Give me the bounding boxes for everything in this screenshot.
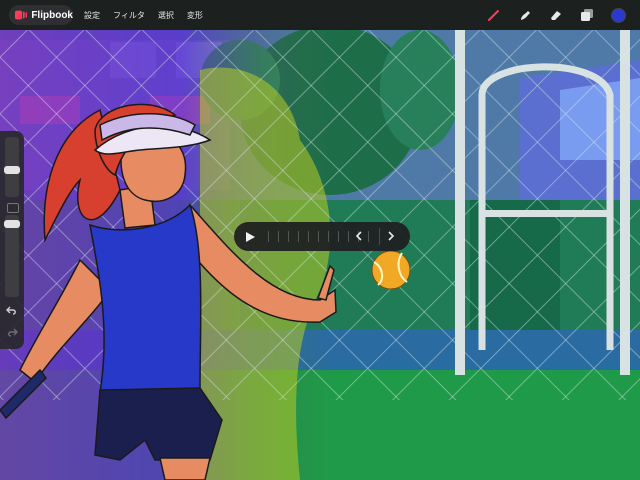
left-sidebar xyxy=(0,131,24,349)
layers-button[interactable] xyxy=(579,7,595,23)
flipbook-logo-icon xyxy=(15,10,28,20)
animation-playback-bar xyxy=(234,222,410,251)
undo-icon xyxy=(6,306,16,315)
redo-icon xyxy=(8,328,18,337)
tennis-ball xyxy=(371,250,411,290)
menu-filters[interactable]: フィルタ xyxy=(113,10,145,21)
modify-button[interactable] xyxy=(7,203,19,213)
current-color-swatch xyxy=(610,7,626,23)
main-menu: 設定 フィルタ 選択 変形 xyxy=(84,0,203,30)
gallery-button[interactable]: Flipbook xyxy=(9,5,73,25)
app-name: Flipbook xyxy=(31,9,73,21)
tool-group xyxy=(486,0,626,30)
brush-tool-button[interactable] xyxy=(486,7,502,23)
menu-select[interactable]: 選択 xyxy=(158,10,174,21)
menu-settings[interactable]: 設定 xyxy=(84,10,100,21)
player-divider xyxy=(379,228,380,245)
redo-button[interactable] xyxy=(5,326,19,338)
menu-transform[interactable]: 変形 xyxy=(187,10,203,21)
layers-icon xyxy=(581,9,593,21)
smudge-icon xyxy=(521,11,530,20)
chevron-left-icon[interactable] xyxy=(352,229,366,243)
opacity-thumb[interactable] xyxy=(4,220,20,228)
color-button[interactable] xyxy=(610,7,626,23)
brush-size-thumb[interactable] xyxy=(4,166,20,174)
smudge-tool-button[interactable] xyxy=(517,7,533,23)
undo-button[interactable] xyxy=(5,304,19,316)
eraser-icon xyxy=(551,11,561,20)
top-toolbar: Flipbook 設定 フィルタ 選択 変形 xyxy=(0,0,640,30)
brush-icon xyxy=(488,10,499,21)
play-icon[interactable] xyxy=(243,230,257,244)
eraser-tool-button[interactable] xyxy=(548,7,564,23)
chevron-right-icon[interactable] xyxy=(384,229,398,243)
